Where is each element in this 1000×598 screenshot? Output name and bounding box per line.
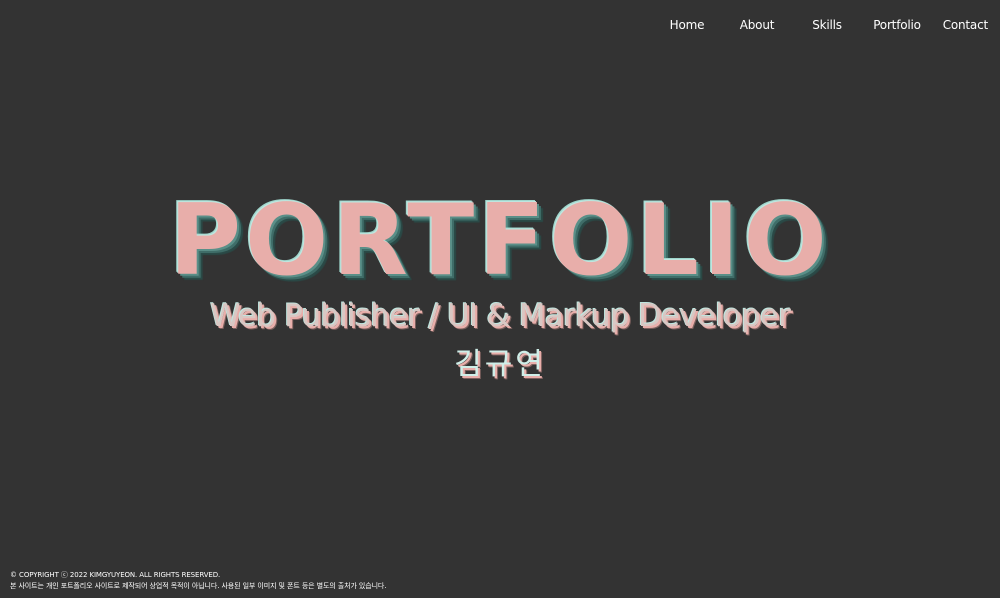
nav-home-link[interactable]: Home [652, 18, 722, 32]
nav-portfolio-link[interactable]: Portfolio [862, 18, 932, 32]
footer-notice: 본 사이트는 개인 포트폴리오 사이트로 제작되어 상업적 목적이 아닙니다. … [10, 582, 387, 590]
top-navigation: Home About Skills Portfolio Contact [652, 18, 989, 32]
hero-name: 김규연 [454, 347, 546, 382]
page: Home About Skills Portfolio Contact PORT… [0, 0, 1000, 598]
hero-subtitle: Web Publisher / UI & Markup Developer [209, 298, 791, 334]
footer: © COPYRIGHT ⓒ 2022 KIMGYUYEON. ALL RIGHT… [10, 570, 387, 592]
footer-copyright: © COPYRIGHT ⓒ 2022 KIMGYUYEON. ALL RIGHT… [10, 571, 221, 579]
hero-section: PORTFOLIO Web Publisher / UI & Markup De… [0, 186, 1000, 384]
hero-title: PORTFOLIO [169, 184, 831, 298]
nav-skills-link[interactable]: Skills [792, 18, 862, 32]
nav-about-link[interactable]: About [722, 18, 792, 32]
nav-contact-link[interactable]: Contact [932, 18, 988, 32]
